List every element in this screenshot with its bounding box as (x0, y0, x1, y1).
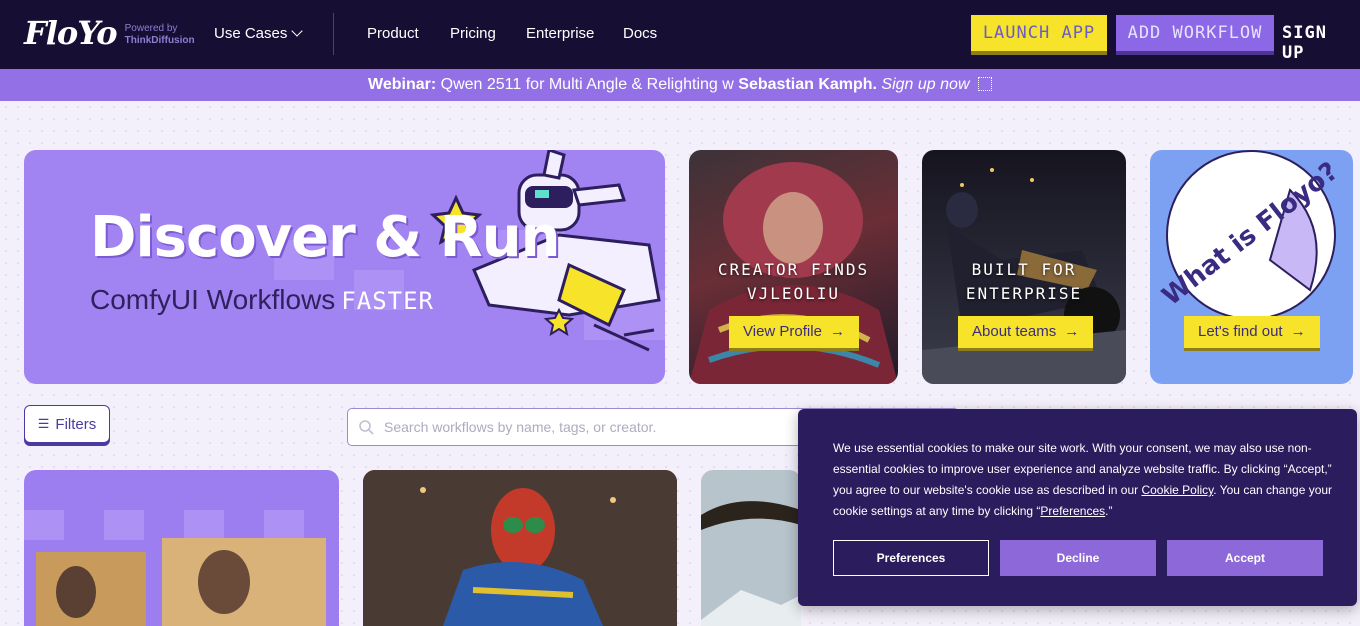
banner-label: Webinar: (368, 76, 437, 93)
nav-product[interactable]: Product (367, 25, 419, 43)
powered-by-label: Powered by (124, 23, 178, 34)
sign-up-button[interactable]: SIGN UP (1282, 23, 1360, 63)
hero-banner: Discover & Run ComfyUI Workflows FASTER (24, 150, 665, 384)
nav-use-cases-label: Use Cases (214, 25, 288, 42)
arrow-right-icon: → (1290, 323, 1306, 340)
nav-pricing[interactable]: Pricing (450, 25, 496, 43)
nav-use-cases[interactable]: Use Cases (214, 25, 304, 43)
banner-text: Qwen 2511 for Multi Angle & Relighting w (436, 76, 739, 93)
arrow-right-icon: → (829, 323, 845, 340)
floyo-logo[interactable]: FloYo Powered by ThinkDiffusion (24, 14, 195, 52)
nav-enterprise[interactable]: Enterprise (526, 25, 594, 43)
promo-card-enterprise[interactable]: BUILT FOR ENTERPRISE About teams → (922, 150, 1126, 384)
workflow-card[interactable] (363, 470, 677, 626)
cookie-text-part3: .” (1105, 504, 1113, 518)
workflow-thumbnail (701, 501, 801, 626)
hero-title: Discover & Run (90, 205, 560, 270)
search-input[interactable] (384, 419, 804, 435)
hero-subtitle: ComfyUI Workflows FASTER (90, 284, 434, 317)
cookie-consent-dialog: We use essential cookies to make our sit… (798, 409, 1357, 606)
cookie-preferences-button[interactable]: Preferences (833, 540, 989, 576)
nav-docs[interactable]: Docs (623, 25, 657, 43)
nav-divider (333, 13, 334, 55)
hero-faster: FASTER (341, 287, 434, 315)
workflow-card[interactable] (24, 470, 339, 626)
lets-find-out-button[interactable]: Let's find out → (1184, 316, 1320, 348)
workflow-card[interactable] (701, 470, 801, 626)
cookie-message: We use essential cookies to make our sit… (833, 438, 1333, 522)
hand-pointer-icon (977, 77, 992, 91)
add-workflow-button[interactable]: ADD WORKFLOW (1116, 15, 1274, 51)
view-profile-button[interactable]: View Profile → (729, 316, 859, 348)
preferences-link[interactable]: Preferences (1040, 504, 1105, 518)
view-profile-label: View Profile (743, 323, 822, 340)
workflow-thumbnail (24, 510, 326, 626)
chevron-down-icon (291, 25, 304, 37)
logo-wordmark: FloYo (24, 14, 118, 52)
promo-creator-title: CREATOR FINDS VJLEOLIU (717, 260, 870, 303)
filters-label: Filters (55, 415, 97, 433)
about-teams-button[interactable]: About teams → (958, 316, 1094, 348)
arrow-right-icon: → (1064, 323, 1080, 340)
powered-by: Powered by ThinkDiffusion (125, 23, 195, 47)
promo-card-what-is-floyo[interactable]: What is Floyo? Let's find out → (1150, 150, 1353, 384)
search-icon (359, 420, 374, 435)
banner-cta[interactable]: Sign up now (877, 76, 969, 93)
lets-find-out-label: Let's find out (1198, 323, 1283, 340)
cookie-decline-button[interactable]: Decline (1000, 540, 1156, 576)
launch-app-button[interactable]: LAUNCH APP (971, 15, 1107, 51)
powered-by-company: ThinkDiffusion (124, 35, 195, 46)
cookie-accept-button[interactable]: Accept (1167, 540, 1323, 576)
what-is-floyo-sticker: What is Floyo? (1157, 150, 1344, 320)
banner-speaker: Sebastian Kamph. (738, 76, 877, 93)
webinar-banner[interactable]: Webinar: Qwen 2511 for Multi Angle & Rel… (0, 69, 1360, 101)
filters-button[interactable]: ☰ Filters (24, 405, 110, 443)
promo-card-creator[interactable]: CREATOR FINDS VJLEOLIU View Profile → (689, 150, 898, 384)
sliders-icon: ☰ (37, 416, 50, 431)
workflow-thumbnail (363, 470, 677, 626)
hero-subtitle-text: ComfyUI Workflows (90, 284, 336, 315)
cookie-policy-link[interactable]: Cookie Policy (1141, 483, 1213, 497)
promo-enterprise-title: BUILT FOR ENTERPRISE (965, 260, 1083, 303)
top-navbar: FloYo Powered by ThinkDiffusion Use Case… (0, 0, 1360, 69)
about-teams-label: About teams (972, 323, 1057, 340)
